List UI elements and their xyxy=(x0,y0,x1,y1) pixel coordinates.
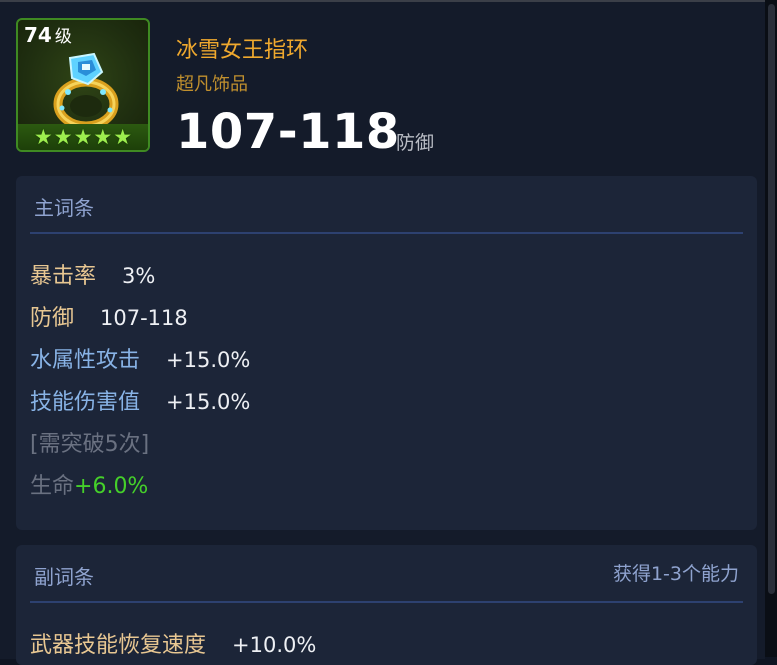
attr-value: 3% xyxy=(122,264,156,288)
sub-attributes-title: 副词条 xyxy=(34,565,94,589)
attr-row: 武器技能恢复速度 +10.0% xyxy=(30,627,316,659)
attr-row: 水属性攻击 +15.0% xyxy=(30,342,250,374)
attr-value: +15.0% xyxy=(166,390,251,414)
item-tooltip: 74 级 ★ ★ ★ ★ ★ 冰雪女王指环 超凡饰品 107-118 防御 主词条… xyxy=(0,0,765,665)
item-level: 74 级 xyxy=(24,22,72,47)
sub-attributes-hint: 获得1-3个能力 xyxy=(612,563,739,585)
item-icon-frame: 74 级 ★ ★ ★ ★ ★ xyxy=(16,18,150,152)
star-icon: ★ xyxy=(53,124,73,149)
attr-label: 技能伤害值 xyxy=(30,390,141,415)
attr-value: +15.0% xyxy=(166,348,251,372)
star-icon: ★ xyxy=(33,124,53,149)
attr-label: 防御 xyxy=(30,306,75,331)
star-icon: ★ xyxy=(93,124,113,149)
scrollbar[interactable] xyxy=(765,0,777,657)
item-level-number: 74 xyxy=(24,23,52,47)
item-type: 超凡饰品 xyxy=(176,74,248,95)
star-rating: ★ ★ ★ ★ ★ xyxy=(18,124,148,150)
item-stat-unit: 防御 xyxy=(396,132,435,154)
locked-attr-row: 生命+6.0% xyxy=(30,468,148,500)
item-level-unit: 级 xyxy=(54,27,72,47)
attr-row: 暴击率 3% xyxy=(30,258,155,290)
item-stat-value: 107-118 xyxy=(176,104,400,160)
attr-row: 防御 107-118 xyxy=(30,300,188,332)
locked-attr-label: 生命 xyxy=(30,474,75,499)
main-attributes-title: 主词条 xyxy=(34,196,94,220)
attr-label: 武器技能恢复速度 xyxy=(30,633,207,658)
divider xyxy=(30,232,743,234)
sub-attributes-panel: 副词条 获得1-3个能力 武器技能恢复速度 +10.0% xyxy=(16,545,757,665)
attr-value: 107-118 xyxy=(100,306,188,330)
main-attributes-panel: 主词条 暴击率 3% 防御 107-118 水属性攻击 +15.0% 技能伤害值 +15… xyxy=(16,176,757,530)
locked-attr-value: +6.0% xyxy=(74,474,149,499)
attr-label: 水属性攻击 xyxy=(30,348,141,373)
ice-ring-icon xyxy=(53,52,119,131)
star-icon: ★ xyxy=(113,124,133,149)
attr-value: +10.0% xyxy=(232,633,317,657)
scrollbar-thumb[interactable] xyxy=(768,4,775,594)
attr-label: 暴击率 xyxy=(30,264,97,289)
item-name: 冰雪女王指环 xyxy=(176,38,309,63)
star-icon: ★ xyxy=(73,124,93,149)
divider xyxy=(30,601,743,603)
locked-note: [需突破5次] xyxy=(30,432,150,457)
attr-row: 技能伤害值 +15.0% xyxy=(30,384,250,416)
